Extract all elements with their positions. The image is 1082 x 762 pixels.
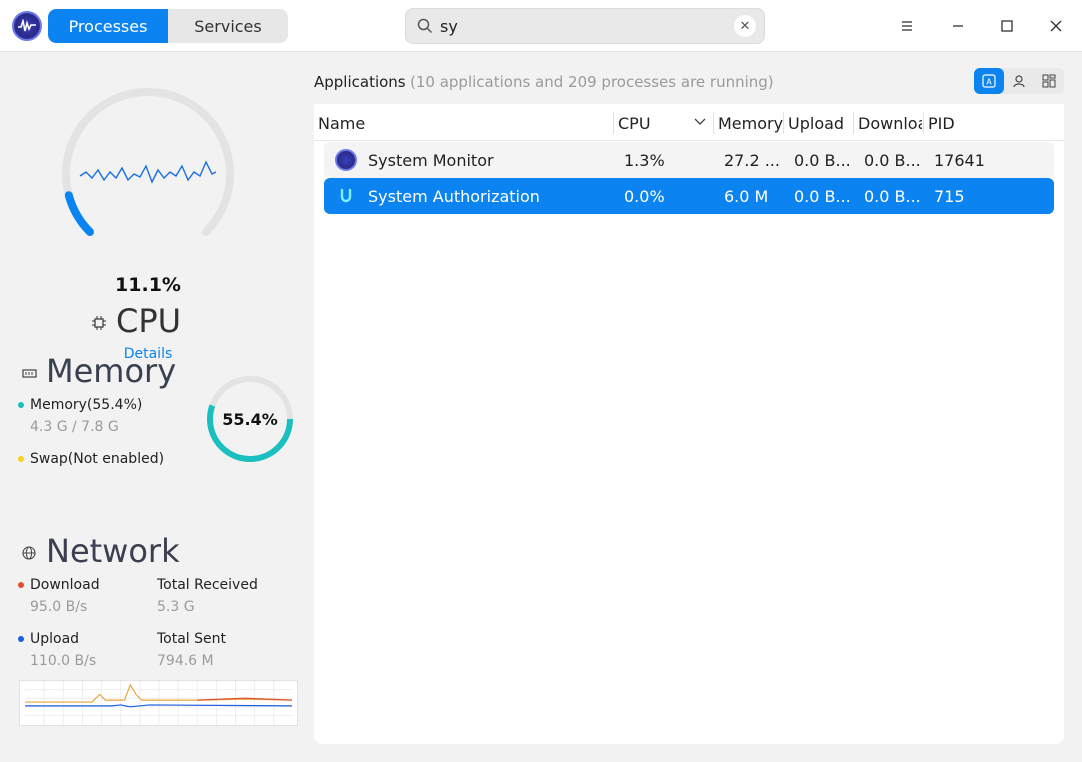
row-name: System Monitor (368, 151, 494, 170)
tab-processes[interactable]: Processes (48, 9, 168, 43)
row-memory: 27.2 ... (724, 151, 780, 170)
row-name: System Authorization (368, 187, 540, 206)
download-value: 95.0 B/s (30, 599, 88, 615)
memory-value: 4.3 G / 7.8 G (30, 419, 119, 435)
menu-icon[interactable] (895, 14, 919, 38)
applications-title: Applications (314, 73, 406, 91)
row-pid: 17641 (934, 151, 985, 170)
network-title: Network (46, 532, 180, 570)
memory-ring-percent: 55.4% (222, 410, 278, 429)
memory-label: Memory(55.4%) (30, 397, 143, 413)
upload-label: Upload (30, 631, 80, 647)
table-header: Name CPU Memory Upload Downloa PID (314, 104, 1064, 141)
cpu-gauge (62, 88, 234, 236)
column-upload[interactable]: Upload (788, 114, 854, 133)
column-cpu[interactable]: CPU (618, 114, 688, 133)
maximize-icon[interactable] (995, 14, 1019, 38)
clear-search-icon[interactable]: ✕ (734, 15, 756, 37)
row-download: 0.0 B... (864, 151, 920, 170)
cpu-percent: 11.1% (115, 274, 181, 296)
system-authorization-app-icon (335, 185, 357, 207)
download-label: Download (30, 577, 100, 593)
memory-dot (18, 402, 24, 408)
row-upload: 0.0 B... (794, 151, 850, 170)
cpu-chip-icon (92, 316, 106, 334)
system-monitor-logo-icon (12, 11, 42, 41)
applications-summary: (10 applications and 209 processes are r… (410, 73, 774, 91)
tab-services[interactable]: Services (168, 9, 288, 43)
search-box[interactable]: sy ✕ (405, 8, 765, 44)
table-row[interactable]: System Monitor 1.3% 27.2 ... 0.0 B... 0.… (324, 142, 1054, 178)
swap-label: Swap(Not enabled) (30, 451, 165, 467)
total-received-label: Total Received (157, 577, 258, 593)
search-input[interactable]: sy (440, 17, 458, 36)
row-pid: 715 (934, 187, 965, 206)
summary-panel: 11.1% CPU Details Memory Memory(55.4%) 4… (0, 52, 300, 762)
row-memory: 6.0 M (724, 187, 769, 206)
applications-view-icon[interactable]: A (974, 68, 1004, 94)
row-download: 0.0 B... (864, 187, 920, 206)
row-upload: 0.0 B... (794, 187, 850, 206)
column-name[interactable]: Name (318, 114, 608, 133)
memory-icon (22, 368, 37, 383)
swap-dot (18, 456, 24, 462)
table-row-selected[interactable]: System Authorization 0.0% 6.0 M 0.0 B...… (324, 178, 1054, 214)
close-icon[interactable] (1044, 14, 1068, 38)
system-monitor-app-icon (335, 149, 357, 171)
total-received-value: 5.3 G (157, 599, 195, 615)
column-pid[interactable]: PID (928, 114, 1028, 133)
total-sent-value: 794.6 M (157, 653, 214, 669)
column-memory[interactable]: Memory (718, 114, 784, 133)
total-sent-label: Total Sent (157, 631, 227, 647)
process-table-panel: Name CPU Memory Upload Downloa PID Syste… (314, 104, 1064, 744)
cpu-waveform (79, 160, 217, 184)
title-bar: Processes Services sy ✕ (0, 0, 1082, 52)
download-dot (18, 582, 24, 588)
minimize-icon[interactable] (946, 14, 970, 38)
upload-value: 110.0 B/s (30, 653, 97, 669)
memory-title: Memory (46, 352, 177, 390)
view-switcher: Processes Services (48, 9, 288, 43)
svg-text:A: A (986, 78, 992, 87)
row-cpu: 1.3% (624, 151, 665, 170)
cpu-title: CPU (116, 302, 182, 340)
search-icon (417, 18, 433, 34)
view-filter-group: A (974, 68, 1064, 94)
upload-dot (18, 636, 24, 642)
globe-icon (22, 546, 36, 564)
column-download[interactable]: Downloa (858, 114, 922, 133)
network-history-chart (19, 680, 298, 726)
my-processes-icon[interactable] (1004, 68, 1034, 94)
sort-chevron-down-icon[interactable] (694, 118, 706, 126)
row-cpu: 0.0% (624, 187, 665, 206)
all-processes-icon[interactable] (1034, 68, 1064, 94)
